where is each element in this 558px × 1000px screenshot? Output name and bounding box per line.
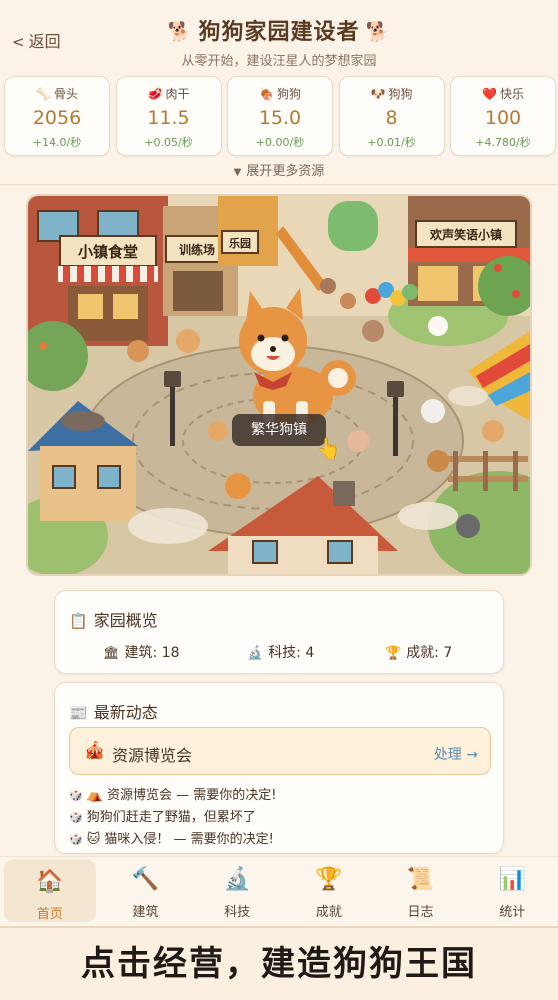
- nav-label: 建筑: [132, 905, 159, 920]
- page-subtitle: 从零开始，建设汪星人的梦想家园: [181, 54, 377, 69]
- diner-sign: 小镇食堂: [78, 243, 138, 261]
- chart-icon: 📊: [498, 867, 526, 892]
- nav-home[interactable]: 🏠 首页: [4, 859, 96, 922]
- card-title: 📋 家园概览: [69, 607, 158, 631]
- resource-label: 肉干: [165, 87, 190, 101]
- scroll-icon: 📜: [406, 867, 435, 892]
- handle-event-link[interactable]: 处理 →: [434, 744, 478, 764]
- nav-achievements[interactable]: 🏆 成就: [283, 857, 375, 926]
- promo-banner: 点击经营，建造狗狗王国: [0, 926, 558, 1000]
- stat-buildings: 🏛 建筑: 18: [103, 642, 180, 662]
- town-name-button[interactable]: 繁华狗镇: [232, 414, 326, 446]
- stat-achievements: 🏆 成就: 7: [385, 642, 452, 662]
- clipboard-icon: 📋: [69, 612, 88, 630]
- nav-log[interactable]: 📜 日志: [375, 857, 467, 926]
- resource-name: 🦴 骨头: [5, 85, 109, 102]
- news-item-text: 狗狗们赶走了野猫，但累坏了: [86, 810, 256, 825]
- resource-value: 100: [484, 107, 522, 129]
- dog-icon: 🐕: [365, 21, 391, 43]
- home-overview-card: 📋 家园概览 🏛 建筑: 18 🔬 科技: 4 🏆 成就: 7: [54, 590, 504, 674]
- resource-name: 🥩 肉干: [117, 85, 221, 102]
- resource-value: 15.0: [258, 107, 302, 129]
- resource-rate: +0.01/秒: [367, 136, 416, 149]
- pointing-hand-icon: 👆: [316, 436, 341, 460]
- news-item: 🎲 狗狗们赶走了野猫，但累坏了: [69, 806, 256, 825]
- resource-label: 骨头: [53, 87, 78, 101]
- stat-buildings-text: 建筑: 18: [124, 645, 180, 661]
- nav-label: 首页: [36, 907, 63, 922]
- bone-icon: 🦴: [36, 87, 51, 101]
- town-scene[interactable]: 小镇食堂 训练场 乐园 欢声笑语小镇: [26, 194, 532, 576]
- resource-value: 11.5: [147, 107, 190, 129]
- resource-bar: 🦴 骨头 2056 +14.0/秒 🥩 肉干 11.5 +0.05/秒 🍖 狗狗 15…: [4, 76, 556, 156]
- training-sign: 训练场: [179, 242, 215, 257]
- home-icon: 🏠: [36, 869, 64, 894]
- page-title: 狗狗家园建设者: [198, 20, 360, 45]
- dog-icon: 🐕: [167, 21, 193, 43]
- resource-rate: +14.0/秒: [32, 136, 82, 149]
- resource-label: 快乐: [499, 87, 524, 101]
- heart-icon: ❤️: [482, 87, 497, 101]
- resource-value: 2056: [32, 107, 82, 129]
- bottom-nav: 🏠 首页 🔨 建筑 🔬 科技 🏆 成就 📜 日志 📊 统计: [0, 856, 558, 926]
- news-item: 🎲 🐱 猫咪入侵！ — 需要你的决定!: [69, 828, 274, 847]
- resource-label: 狗狗: [276, 87, 301, 101]
- news-item-text: 🐱 猫咪入侵！ — 需要你的决定!: [86, 832, 274, 847]
- microscope-icon: 🔬: [247, 646, 264, 661]
- nav-label: 科技: [224, 905, 251, 920]
- nav-buildings[interactable]: 🔨 建筑: [100, 857, 192, 926]
- resource-card-bone[interactable]: 🦴 骨头 2056 +14.0/秒: [4, 76, 110, 156]
- nav-label: 日志: [407, 905, 434, 920]
- town-illustration: 小镇食堂 训练场 乐园 欢声笑语小镇: [28, 196, 530, 574]
- news-title: 最新动态: [93, 703, 158, 722]
- card-title: 📰 最新动态: [69, 699, 158, 723]
- nav-tech[interactable]: 🔬 科技: [191, 857, 283, 926]
- expand-label: 展开更多资源: [246, 164, 325, 179]
- nav-stats[interactable]: 📊 统计: [466, 857, 558, 926]
- resource-card-meat[interactable]: 🍖 狗狗 15.0 +0.00/秒: [227, 76, 333, 156]
- resource-name: 🐶 狗狗: [340, 85, 444, 102]
- stat-tech: 🔬 科技: 4: [247, 642, 314, 662]
- header: < 返回 🐕 狗狗家园建设者 🐕 从零开始，建设汪星人的梦想家园: [0, 0, 558, 74]
- page-title-row: 🐕 狗狗家园建设者 🐕: [0, 14, 558, 46]
- resource-rate: +4.780/秒: [475, 136, 531, 149]
- hammer-icon: 🔨: [131, 867, 160, 892]
- stat-tech-text: 科技: 4: [268, 645, 315, 661]
- news-item-text: ⛺ 资源博览会 — 需要你的决定!: [86, 788, 277, 803]
- event-resource-expo-button[interactable]: 🎪 资源博览会 处理 →: [69, 727, 491, 775]
- resource-label: 狗狗: [388, 87, 413, 101]
- nav-label: 统计: [499, 905, 526, 920]
- park-sign: 乐园: [229, 236, 251, 250]
- dice-icon: 🎲: [69, 833, 83, 846]
- jerky-icon: 🥩: [147, 87, 163, 101]
- dice-icon: 🎲: [69, 811, 83, 824]
- resource-rate: +0.05/秒: [144, 136, 193, 149]
- event-title: 资源博览会: [112, 746, 193, 765]
- dice-icon: 🎲: [69, 789, 83, 802]
- resource-name: 🍖 狗狗: [228, 85, 332, 102]
- dog-face-icon: 🐶: [370, 87, 386, 101]
- latest-news-card: 📰 最新动态 🎪 资源博览会 处理 → 🎲 ⛺ 资源博览会 — 需要你的决定! 🎲 狗…: [54, 682, 504, 854]
- trophy-icon: 🏆: [315, 867, 343, 892]
- resource-card-happiness[interactable]: ❤️ 快乐 100 +4.780/秒: [450, 76, 556, 156]
- resource-card-jerky[interactable]: 🥩 肉干 11.5 +0.05/秒: [115, 76, 222, 156]
- resource-name: ❤️ 快乐: [451, 85, 555, 102]
- expand-resources-button[interactable]: ▼ 展开更多资源: [0, 160, 558, 179]
- microscope-icon: 🔬: [223, 867, 251, 892]
- trophy-icon: 🏆: [385, 646, 402, 661]
- resource-value: 8: [385, 107, 398, 129]
- stat-achievements-text: 成就: 7: [406, 645, 453, 661]
- overview-title: 家园概览: [93, 611, 158, 630]
- joke-town-sign: 欢声笑语小镇: [429, 227, 502, 242]
- circus-tent-icon: 🎪: [84, 741, 106, 761]
- news-item: 🎲 ⛺ 资源博览会 — 需要你的决定!: [69, 784, 277, 803]
- triangle-down-icon: ▼: [233, 167, 242, 178]
- nav-label: 成就: [315, 905, 342, 920]
- resource-card-dogs[interactable]: 🐶 狗狗 8 +0.01/秒: [338, 76, 445, 156]
- meat-icon: 🍖: [259, 87, 274, 101]
- building-icon: 🏛: [103, 646, 120, 661]
- divider: [0, 184, 558, 185]
- resource-rate: +0.00/秒: [255, 136, 305, 149]
- newspaper-icon: 📰: [69, 704, 88, 722]
